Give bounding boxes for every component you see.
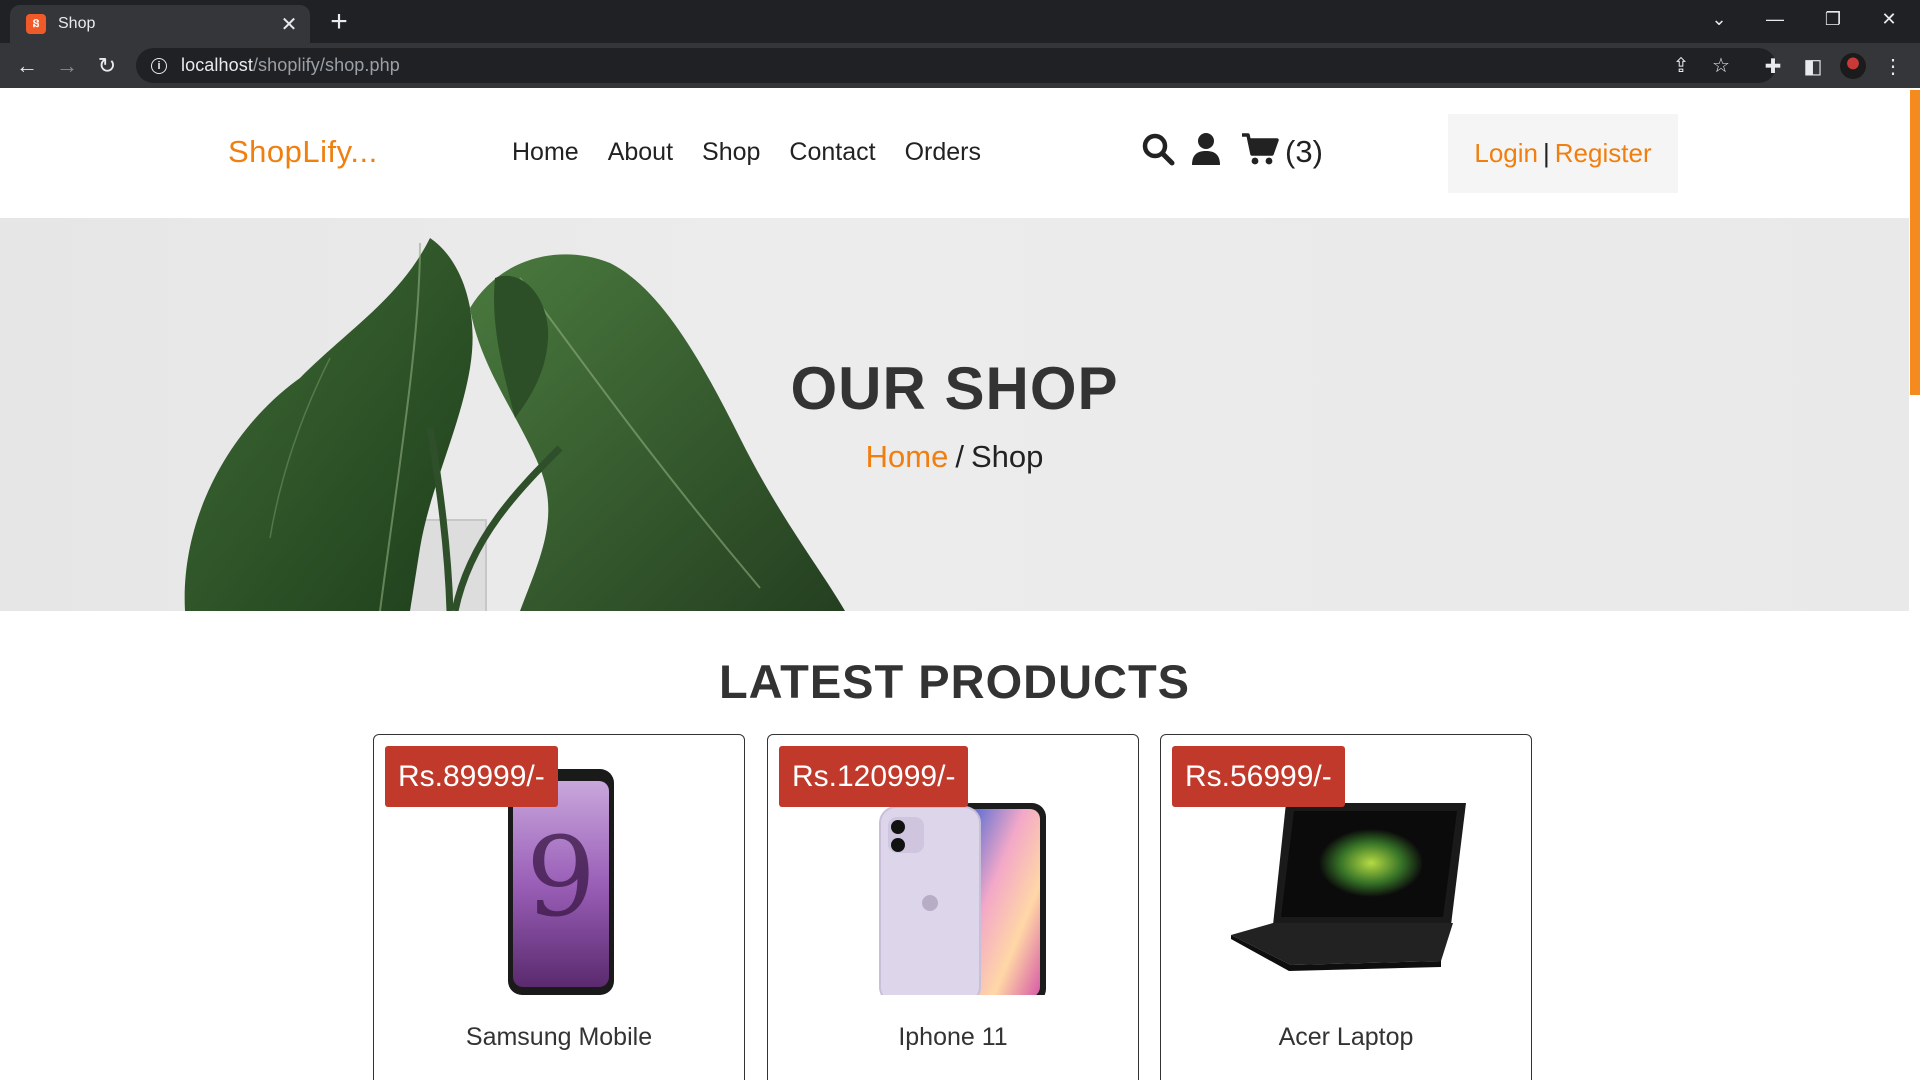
url-path: /shoplify/shop.php xyxy=(252,55,400,75)
cart-count[interactable]: (3) xyxy=(1285,134,1323,170)
nav-shop[interactable]: Shop xyxy=(702,138,760,167)
profile-avatar[interactable] xyxy=(1836,49,1870,83)
scrollbar-thumb[interactable] xyxy=(1910,90,1920,395)
price-badge: Rs.89999/- xyxy=(385,746,558,807)
nav-contact[interactable]: Contact xyxy=(789,138,875,167)
xampp-favicon-icon: ន xyxy=(26,14,46,34)
new-tab-plus-icon[interactable]: + xyxy=(322,5,356,39)
browser-tab-strip: ន Shop ✕ + ⌄ — ❐ ✕ xyxy=(0,0,1920,43)
tab-title: Shop xyxy=(58,15,96,32)
page-viewport: ShopLify... Home About Shop Contact Orde… xyxy=(0,88,1909,1080)
header-icons: (3) xyxy=(1141,132,1323,171)
breadcrumb-separator: / xyxy=(955,439,964,474)
auth-separator: | xyxy=(1543,138,1550,168)
back-arrow-icon[interactable]: ← xyxy=(10,49,44,83)
bookmark-star-icon[interactable]: ☆ xyxy=(1704,48,1738,83)
minimize-icon[interactable]: — xyxy=(1752,4,1798,34)
share-icon[interactable]: ⇪ xyxy=(1664,48,1698,83)
site-logo[interactable]: ShopLify... xyxy=(228,134,378,170)
product-name: Acer Laptop xyxy=(1278,1023,1414,1051)
breadcrumb-current: Shop xyxy=(970,439,1044,474)
cart-icon[interactable] xyxy=(1241,132,1279,171)
svg-text:9: 9 xyxy=(526,813,596,941)
side-panel-icon[interactable]: ◧ xyxy=(1796,49,1830,83)
restore-icon[interactable]: ❐ xyxy=(1810,4,1856,34)
breadcrumb-home-link[interactable]: Home xyxy=(866,439,949,474)
page-scrollbar[interactable] xyxy=(1909,88,1920,1080)
main-nav: Home About Shop Contact Orders xyxy=(512,138,1010,167)
address-bar[interactable]: i localhost/shoplify/shop.php ⇪ ☆ xyxy=(136,48,1776,83)
product-name: Iphone 11 xyxy=(898,1023,1008,1051)
auth-box: Login | Register xyxy=(1448,114,1678,193)
search-icon[interactable] xyxy=(1141,132,1175,171)
close-tab-icon[interactable]: ✕ xyxy=(274,12,304,37)
nav-home[interactable]: Home xyxy=(512,138,579,167)
register-link[interactable]: Register xyxy=(1555,138,1652,169)
forward-arrow-icon[interactable]: → xyxy=(50,49,84,83)
browser-toolbar: ← → ↻ i localhost/shoplify/shop.php ⇪ ☆ … xyxy=(0,43,1920,88)
login-link[interactable]: Login xyxy=(1474,138,1538,169)
breadcrumb: Home / Shop xyxy=(0,439,1909,475)
product-card[interactable]: Rs.56999/- Acer Laptop xyxy=(1160,734,1532,1080)
avatar xyxy=(1840,53,1866,79)
browser-menu-icon[interactable]: ⋮ xyxy=(1876,49,1910,83)
browser-tab[interactable]: ន Shop ✕ xyxy=(10,5,310,43)
site-header: ShopLify... Home About Shop Contact Orde… xyxy=(0,88,1909,218)
product-card[interactable]: Rs.120999/- Iphone 11 xyxy=(767,734,1139,1080)
tab-search-chevron-icon[interactable]: ⌄ xyxy=(1696,4,1742,34)
section-title: LATEST PRODUCTS xyxy=(718,655,1191,708)
product-name: Samsung Mobile xyxy=(465,1023,653,1051)
hero-banner: OUR SHOP Home / Shop xyxy=(0,218,1909,611)
url-text[interactable]: localhost/shoplify/shop.php xyxy=(181,55,400,76)
nav-orders[interactable]: Orders xyxy=(905,138,981,167)
product-card[interactable]: Rs.89999/- 9 Samsung Mobile xyxy=(373,734,745,1080)
nav-about[interactable]: About xyxy=(608,138,673,167)
price-badge: Rs.120999/- xyxy=(779,746,969,807)
page-title: OUR SHOP xyxy=(790,355,1119,422)
extensions-puzzle-icon[interactable]: ✚ xyxy=(1756,49,1790,83)
price-badge: Rs.56999/- xyxy=(1172,746,1345,807)
window-close-icon[interactable]: ✕ xyxy=(1866,4,1912,34)
site-info-icon[interactable]: i xyxy=(151,57,167,74)
url-host: localhost xyxy=(181,55,253,75)
reload-icon[interactable]: ↻ xyxy=(90,49,124,83)
user-icon[interactable] xyxy=(1191,132,1221,171)
